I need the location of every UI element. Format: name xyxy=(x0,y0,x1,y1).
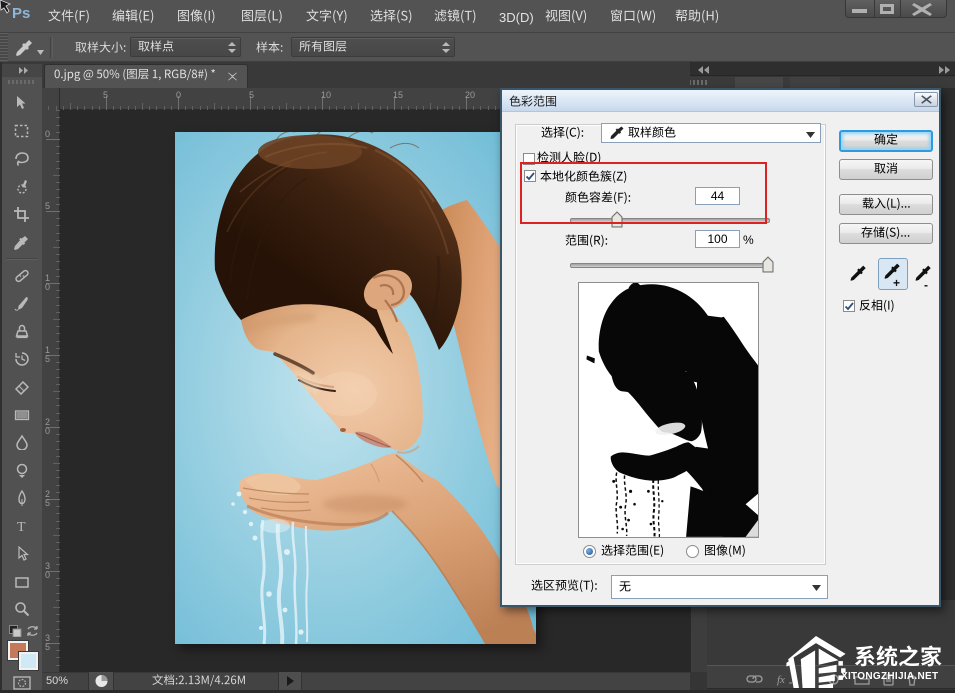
svg-text:fx: fx xyxy=(777,674,785,686)
svg-text:T: T xyxy=(17,520,26,534)
